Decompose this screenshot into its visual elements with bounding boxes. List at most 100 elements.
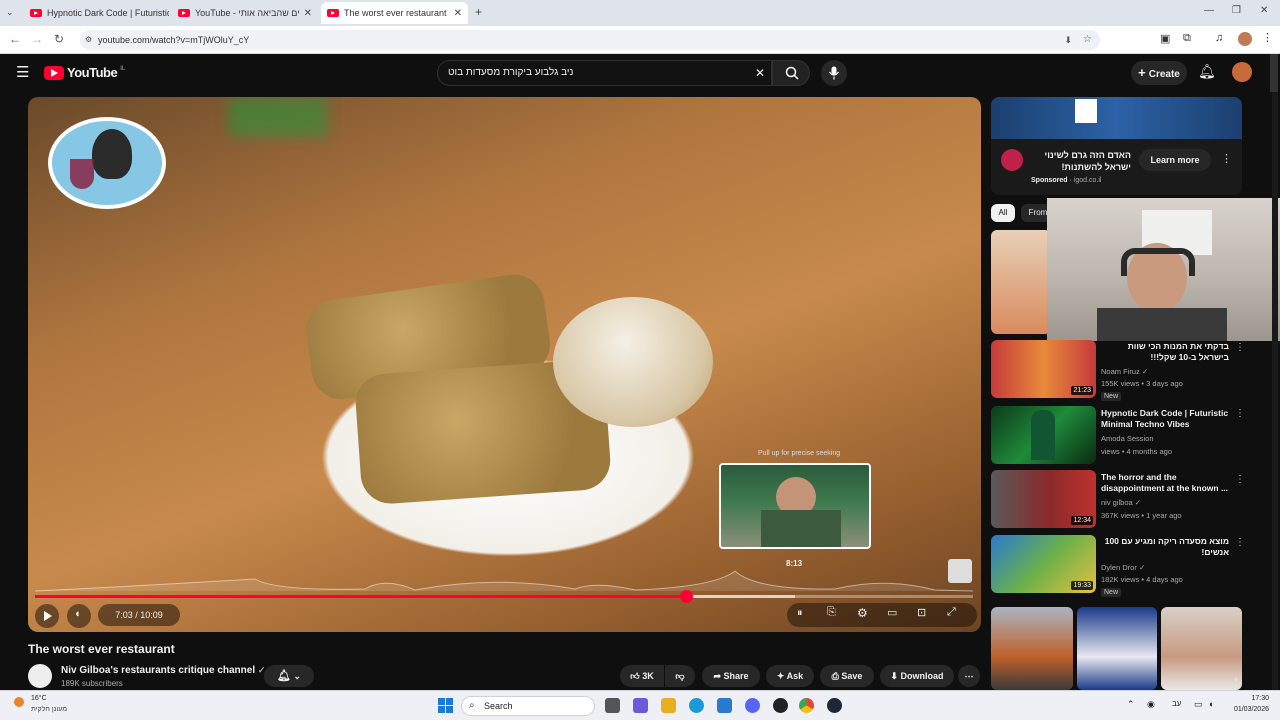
teams-icon[interactable]: [633, 698, 648, 713]
volume-button[interactable]: ◖: [67, 604, 91, 628]
install-icon[interactable]: ⬇: [1064, 30, 1072, 50]
windows-start-icon[interactable]: [438, 698, 453, 713]
dislike-button[interactable]: 👎︎: [665, 665, 695, 687]
tab-2[interactable]: YouTube - החולרים שהביאה אותי ✕: [172, 2, 318, 24]
recommended-thumbnail-partial[interactable]: [991, 230, 1051, 334]
forward-icon[interactable]: →: [31, 32, 43, 46]
recommendation-more-icon[interactable]: ⋮: [1235, 408, 1245, 419]
language-icon[interactable]: עב: [1172, 699, 1181, 708]
app-icon[interactable]: [773, 698, 788, 713]
tab-list-icon[interactable]: ⌄: [6, 7, 14, 18]
recommendation-title[interactable]: מוצא מסעדה ריקה ומגיע עם 100 אנשים!: [1101, 536, 1229, 558]
speaker-icon[interactable]: ◖: [1208, 699, 1213, 709]
url-field[interactable]: ⚙ youtube.com/watch?v=mTjWOluY_cY ⬇ ☆: [80, 30, 1100, 50]
more-actions-button[interactable]: ⋯: [958, 665, 980, 687]
network-icon[interactable]: ▭: [1194, 699, 1203, 710]
tab-1[interactable]: Hypnotic Dark Code | Futuristic ✕: [24, 2, 169, 24]
sidebar-scrollbar[interactable]: [1272, 92, 1278, 690]
recommendation-title[interactable]: בדקתי את המנות הכי שוות בישראל ב-10 שקל!…: [1101, 341, 1229, 363]
clear-search-icon[interactable]: ✕: [755, 61, 765, 85]
extensions-puzzle-icon[interactable]: ⧉: [1183, 32, 1191, 45]
steam-icon[interactable]: [827, 698, 842, 713]
recommendation-more-icon[interactable]: ⋮: [1235, 474, 1245, 485]
voice-search-button[interactable]: [821, 60, 847, 86]
browser-menu-icon[interactable]: ⋮: [1262, 31, 1273, 44]
clock-time[interactable]: 17:30: [1221, 695, 1269, 702]
tray-chevron-up-icon[interactable]: ⌃: [1127, 699, 1135, 710]
subscribe-bell-button[interactable]: 🔔︎ ⌄: [264, 665, 314, 687]
media-control-icon[interactable]: ♫: [1215, 32, 1223, 44]
notifications-bell-icon[interactable]: 🔔︎: [1198, 63, 1216, 80]
short-thumbnail[interactable]: [1077, 607, 1157, 690]
tray-app-icon[interactable]: ◉: [1147, 699, 1155, 710]
clock-date[interactable]: 01/03/2026: [1221, 706, 1269, 713]
recommendation-title[interactable]: The horror and the disappointment at the…: [1101, 472, 1229, 494]
file-explorer-icon[interactable]: [661, 698, 676, 713]
chrome-icon[interactable]: [799, 698, 814, 713]
recommendation-more-icon[interactable]: ⋮: [1235, 342, 1245, 353]
search-button[interactable]: [772, 60, 810, 86]
recommendation-more-icon[interactable]: ⋮: [1235, 537, 1245, 548]
recommendation-channel[interactable]: niv gilboa ✓: [1101, 498, 1141, 507]
back-icon[interactable]: ←: [9, 32, 21, 46]
subtitles-icon[interactable]: ⎘: [827, 606, 836, 619]
close-window-icon[interactable]: ✕: [1260, 5, 1268, 16]
short-thumbnail[interactable]: [1161, 607, 1242, 690]
recommendation-thumbnail[interactable]: 12:34: [991, 470, 1096, 528]
fullscreen-icon[interactable]: ⤢: [947, 606, 956, 619]
search-input[interactable]: ניב גלבוע ביקורת מסעדות בוט ✕: [437, 60, 772, 86]
recommendation-channel[interactable]: Dylen Dror ✓: [1101, 563, 1145, 572]
video-player[interactable]: Pull up for precise seeking 8:13 ◖ 7:03 …: [28, 97, 981, 632]
recommendation-channel[interactable]: Amoda Session: [1101, 434, 1154, 443]
tab-3-active[interactable]: The worst ever restaurant - YouTube ✕: [321, 2, 468, 24]
channel-name[interactable]: Niv Gilboa's restaurants critique channe…: [61, 665, 265, 676]
create-button[interactable]: + Create: [1131, 61, 1187, 85]
extension-icon[interactable]: ▣: [1160, 32, 1170, 45]
page-scrollbar[interactable]: [1270, 54, 1278, 92]
short-thumbnail[interactable]: [991, 607, 1073, 690]
close-tab-icon[interactable]: ✕: [304, 8, 312, 19]
create-label: Create: [1148, 69, 1180, 80]
youtube-logo[interactable]: YouTube IL: [44, 65, 125, 80]
autoplay-toggle-icon[interactable]: ⏸: [797, 607, 803, 620]
progress-scrubber-handle[interactable]: [679, 590, 693, 603]
cast-icon[interactable]: ⊡: [917, 606, 926, 619]
like-button[interactable]: 👍︎ 3K: [620, 665, 664, 687]
discord-icon[interactable]: [745, 698, 760, 713]
minimize-icon[interactable]: —: [1204, 5, 1214, 16]
ad-text: האדם הזה גרם לשינוי ישראל להשתנות!: [1044, 150, 1132, 172]
sponsored-ad[interactable]: האדם הזה גרם לשינוי ישראל להשתנות! Spons…: [991, 97, 1242, 195]
recommendation-thumbnail[interactable]: 21:23: [991, 340, 1096, 398]
reload-icon[interactable]: ↻: [54, 32, 64, 46]
miniplayer-icon[interactable]: ▭: [887, 606, 897, 619]
ask-button[interactable]: ✦ Ask: [766, 665, 814, 687]
bookmark-star-icon[interactable]: ☆: [1083, 30, 1092, 50]
chip-all[interactable]: All: [991, 204, 1015, 222]
learn-more-button[interactable]: Learn more: [1139, 149, 1211, 171]
settings-gear-icon[interactable]: ⚙: [857, 606, 868, 620]
save-button[interactable]: ⎙ Save: [820, 665, 874, 687]
task-view-icon[interactable]: [605, 698, 620, 713]
shorts-next-chevron-icon[interactable]: ›: [1234, 674, 1238, 686]
channel-text: niv gilboa: [1101, 498, 1133, 507]
profile-avatar[interactable]: [1238, 32, 1252, 46]
channel-avatar[interactable]: [28, 664, 52, 688]
download-button[interactable]: ⬇ Download: [880, 665, 954, 687]
recommendation-channel[interactable]: Noam Firuz ✓: [1101, 367, 1148, 376]
store-icon[interactable]: [717, 698, 732, 713]
recommendation-title[interactable]: Hypnotic Dark Code | Futuristic Minimal …: [1101, 408, 1229, 430]
recommendation-thumbnail[interactable]: 19:33: [991, 535, 1096, 593]
close-tab-icon[interactable]: ✕: [454, 8, 462, 19]
play-button[interactable]: [35, 604, 59, 628]
site-info-icon[interactable]: ⚙: [85, 30, 92, 50]
weather-icon[interactable]: [14, 697, 24, 707]
ad-more-icon[interactable]: ⋮: [1221, 152, 1232, 165]
account-avatar[interactable]: [1232, 62, 1252, 82]
hamburger-menu-icon[interactable]: ☰: [16, 63, 29, 81]
recommendation-thumbnail[interactable]: [991, 406, 1096, 464]
taskbar-search[interactable]: ⌕ Search: [461, 696, 595, 716]
share-button[interactable]: ➦ Share: [702, 665, 760, 687]
new-tab-icon[interactable]: +: [475, 5, 482, 19]
edge-icon[interactable]: [689, 698, 704, 713]
maximize-icon[interactable]: ❐: [1232, 5, 1241, 16]
